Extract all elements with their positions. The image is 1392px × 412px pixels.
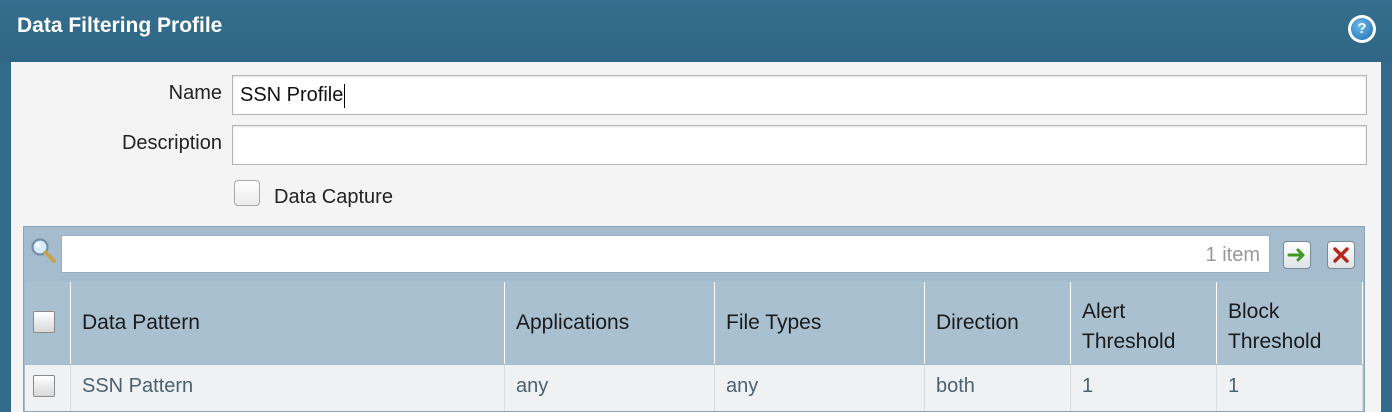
header-label: Applications bbox=[516, 311, 630, 334]
header-select-cell bbox=[25, 282, 71, 364]
name-label: Name bbox=[168, 82, 222, 104]
green-arrow-icon bbox=[1287, 248, 1305, 262]
cell-alert-threshold: 1 bbox=[1071, 365, 1217, 411]
cell-block-threshold: 1 bbox=[1217, 365, 1363, 411]
header-label: File Types bbox=[726, 311, 822, 334]
select-all-checkbox[interactable] bbox=[33, 311, 55, 333]
table-row[interactable]: SSN Pattern any any both 1 1 bbox=[25, 365, 1363, 411]
header-block-threshold[interactable]: Block Threshold bbox=[1217, 282, 1363, 364]
header-direction[interactable]: Direction bbox=[925, 282, 1071, 364]
header-label: Block Threshold bbox=[1228, 300, 1322, 353]
dialog-title: Data Filtering Profile bbox=[17, 14, 223, 37]
cell-value: 1 bbox=[1228, 375, 1240, 397]
cell-data-pattern[interactable]: SSN Pattern bbox=[71, 365, 505, 411]
dialog-titlebar: Data Filtering Profile ? bbox=[0, 0, 1392, 62]
apply-filter-button[interactable] bbox=[1283, 241, 1311, 269]
description-label: Description bbox=[121, 132, 222, 154]
clear-filter-button[interactable] bbox=[1327, 241, 1355, 269]
question-mark-icon: ? bbox=[1351, 18, 1373, 40]
data-capture-checkbox[interactable] bbox=[234, 180, 260, 206]
cell-value: any bbox=[726, 375, 759, 397]
header-data-pattern[interactable]: Data Pattern bbox=[71, 282, 505, 364]
cell-file-types: any bbox=[715, 365, 925, 411]
header-label: Direction bbox=[936, 311, 1019, 334]
cell-value: both bbox=[936, 375, 975, 397]
help-icon[interactable]: ? bbox=[1348, 15, 1376, 43]
cell-value: any bbox=[516, 375, 549, 397]
cell-direction: both bbox=[925, 365, 1071, 411]
text-caret bbox=[344, 83, 346, 108]
header-applications[interactable]: Applications bbox=[505, 282, 715, 364]
name-field-value: SSN Profile bbox=[240, 84, 344, 106]
item-count: 1 item bbox=[1205, 244, 1260, 266]
header-label: Alert Threshold bbox=[1082, 300, 1176, 353]
cell-value: SSN Pattern bbox=[82, 375, 194, 397]
data-pattern-grid: 1 item Data Pattern Applications File Ty… bbox=[23, 226, 1365, 412]
name-field[interactable]: SSN Profile bbox=[232, 75, 1367, 115]
grid-header-row: Data Pattern Applications File Types Dir… bbox=[25, 282, 1363, 364]
header-label: Data Pattern bbox=[82, 311, 200, 334]
search-icon[interactable] bbox=[29, 236, 57, 264]
data-capture-label[interactable]: Data Capture bbox=[274, 186, 393, 209]
header-file-types[interactable]: File Types bbox=[715, 282, 925, 364]
row-select-cell bbox=[25, 365, 71, 411]
cell-applications: any bbox=[505, 365, 715, 411]
header-alert-threshold[interactable]: Alert Threshold bbox=[1071, 282, 1217, 364]
grid-filter-input[interactable]: 1 item bbox=[61, 235, 1270, 273]
description-field[interactable] bbox=[232, 125, 1367, 165]
cell-value: 1 bbox=[1082, 375, 1094, 397]
red-x-icon bbox=[1333, 247, 1349, 263]
row-checkbox[interactable] bbox=[33, 375, 55, 397]
